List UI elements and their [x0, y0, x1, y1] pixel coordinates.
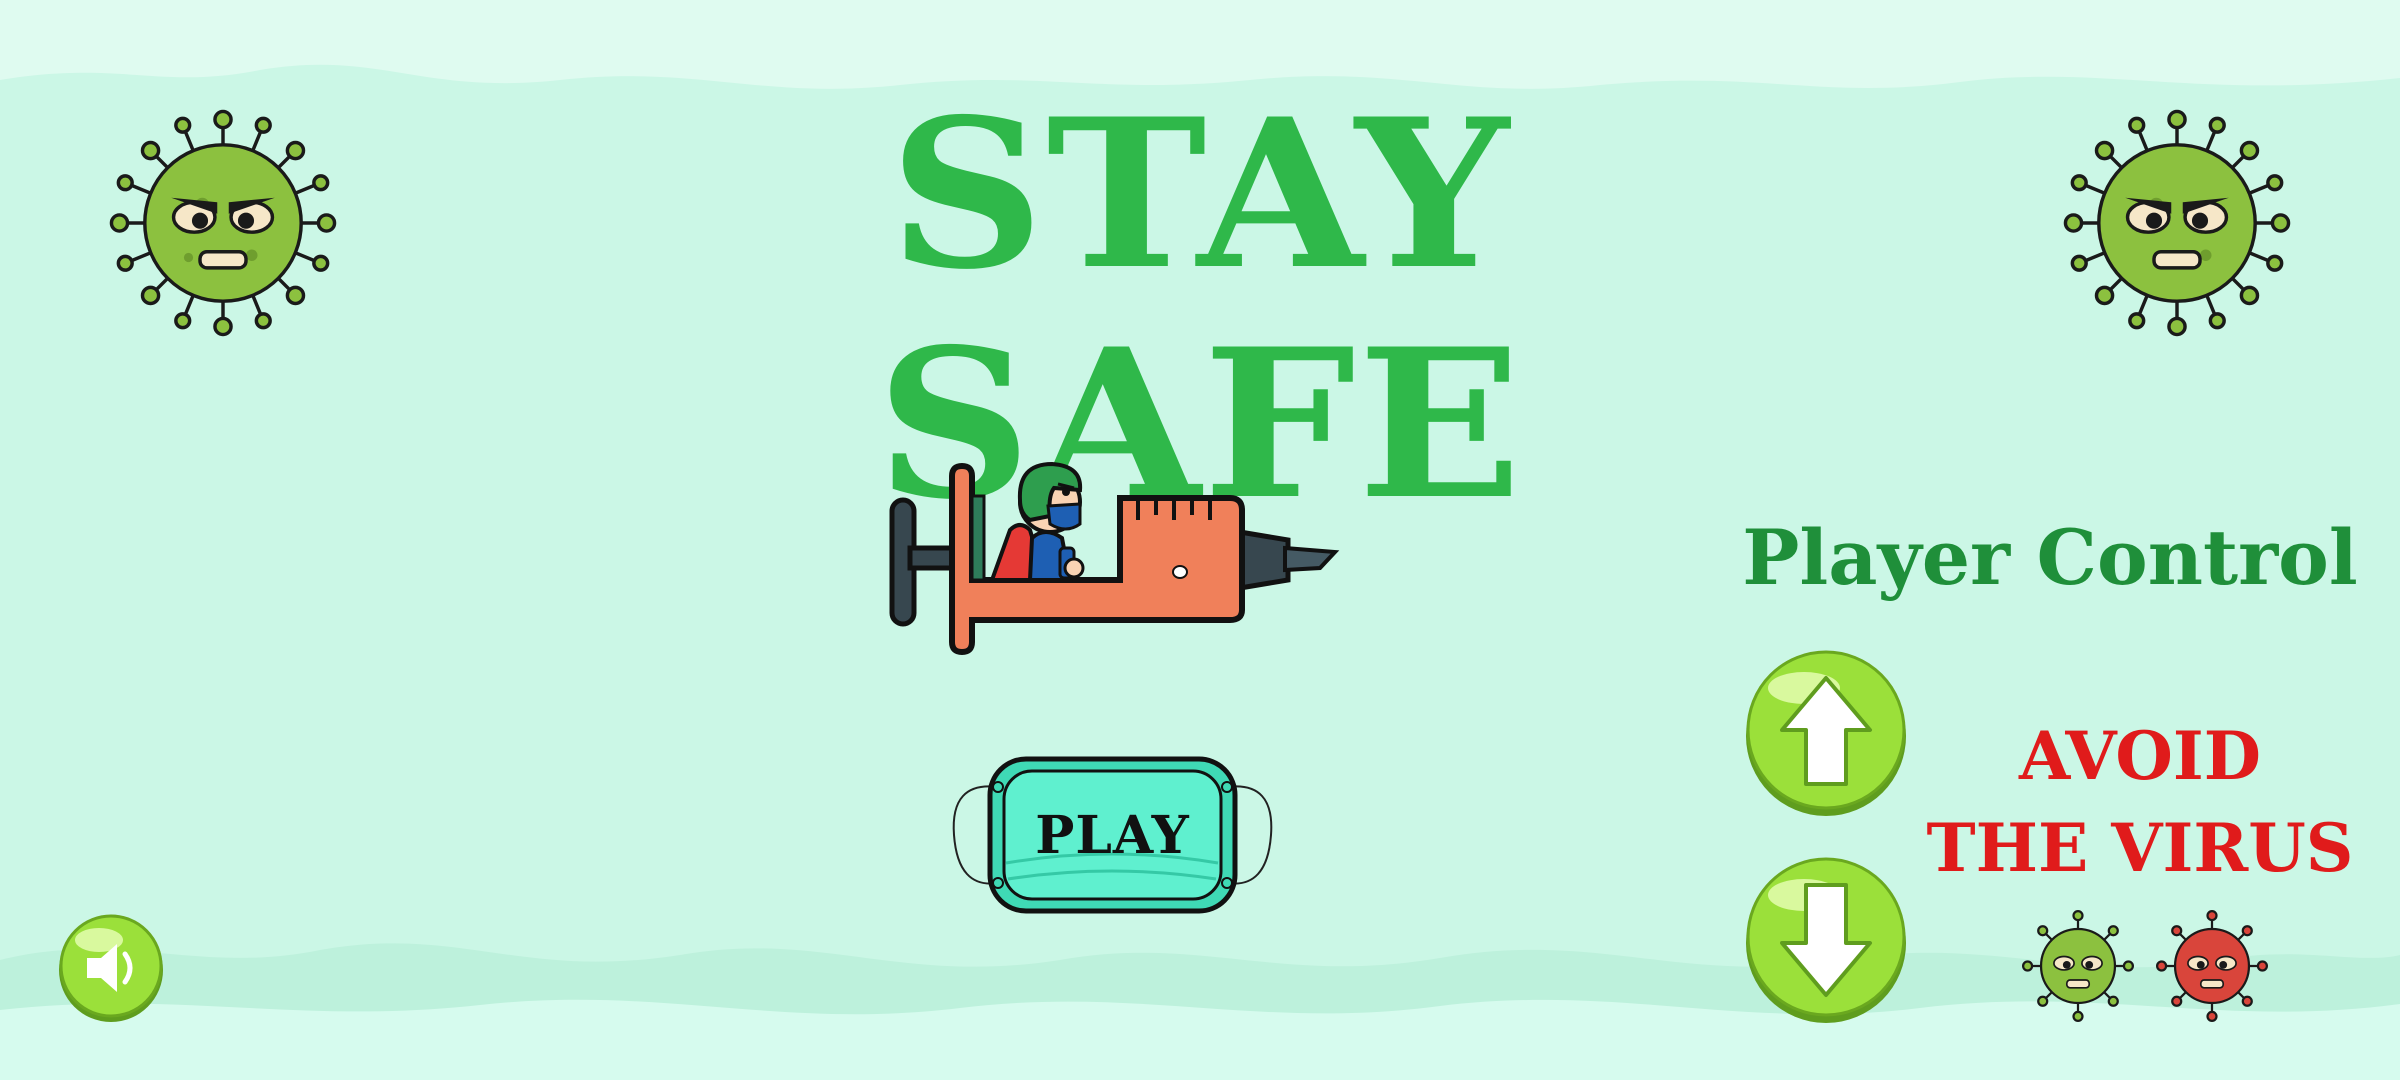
green-virus-icon: [2022, 910, 2134, 1022]
red-virus-icon: [2156, 910, 2268, 1022]
play-button-label: PLAY: [1035, 804, 1190, 866]
player-syringe-plane: [880, 420, 1350, 660]
play-button[interactable]: PLAY: [950, 755, 1275, 915]
player-control-title: Player Control: [1742, 513, 2358, 602]
virus-icon-right: [2062, 108, 2292, 338]
game-title: STAY SAFE: [876, 75, 1524, 545]
hint-line-2: THE VIRUS: [1926, 809, 2354, 887]
sound-toggle-button[interactable]: [55, 912, 167, 1024]
speaker-icon: [59, 914, 163, 1022]
virus-icon-left: [108, 108, 338, 338]
move-up-button[interactable]: [1742, 648, 1910, 816]
move-down-button[interactable]: [1742, 855, 1910, 1023]
arrow-down-icon: [1746, 857, 1906, 1023]
hint-line-1: AVOID: [2018, 717, 2262, 795]
avoid-the-virus-hint: AVOID THE VIRUS: [1910, 710, 2370, 894]
arrow-up-icon: [1746, 650, 1906, 816]
